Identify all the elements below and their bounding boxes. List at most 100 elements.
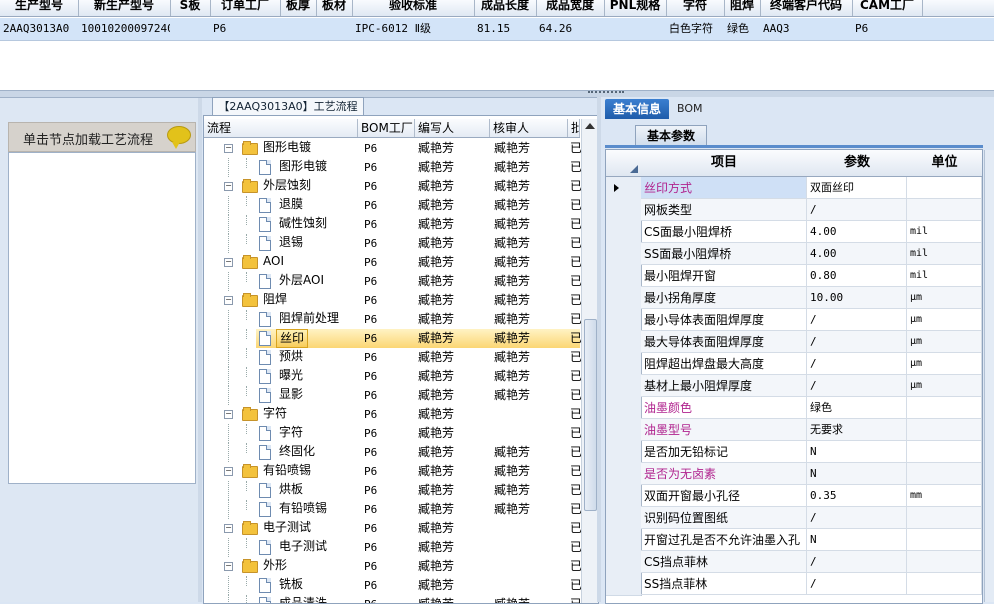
tree-node-label[interactable]: 阻焊前处理 — [276, 310, 342, 327]
product-cell[interactable]: 81.15 — [474, 18, 536, 40]
param-value[interactable]: 无要求 — [807, 419, 907, 441]
column-header[interactable]: 验收标准 — [352, 0, 475, 16]
column-header[interactable]: 成品长度 — [474, 0, 537, 16]
row-indicator[interactable] — [606, 243, 642, 266]
product-cell[interactable]: 白色字符 — [666, 18, 724, 40]
column-header[interactable]: 订单工厂 — [210, 0, 281, 16]
tree-row[interactable]: − 有铅喷锡 P6 臧艳芳 臧艳芳已 — [204, 462, 582, 481]
tree-row[interactable]: 丝印 P6 臧艳芳 臧艳芳已 — [204, 329, 582, 348]
column-header[interactable]: S板 — [170, 0, 211, 16]
param-row[interactable]: 油墨颜色 绿色 — [606, 397, 982, 420]
param-row[interactable]: CS面最小阻焊桥 4.00 mil — [606, 221, 982, 244]
tree-row[interactable]: − AOI P6 臧艳芳 臧艳芳已 — [204, 253, 582, 272]
tree-row[interactable]: 有铅喷锡 P6 臧艳芳 臧艳芳已 — [204, 500, 582, 519]
param-row[interactable]: 是否为无卤素 N — [606, 463, 982, 486]
tree-row[interactable]: 烘板 P6 臧艳芳 臧艳芳已 — [204, 481, 582, 500]
param-value[interactable]: / — [807, 551, 907, 573]
tree-row[interactable]: − 字符 P6 臧艳芳已 — [204, 405, 582, 424]
tree-row[interactable]: 字符 P6 臧艳芳已 — [204, 424, 582, 443]
column-header[interactable]: 成品宽度 — [536, 0, 605, 16]
column-header[interactable]: CAM工厂 — [852, 0, 923, 16]
product-cell[interactable]: AAQ3 — [760, 18, 852, 40]
tree-row[interactable]: 铣板 P6 臧艳芳已 — [204, 576, 582, 595]
param-value[interactable]: 双面丝印 — [807, 177, 907, 199]
tree-row[interactable]: − 图形电镀 P6 臧艳芳 臧艳芳已 — [204, 139, 582, 158]
row-indicator[interactable] — [606, 177, 642, 200]
param-row[interactable]: 网板类型 / — [606, 199, 982, 222]
tree-node-label[interactable]: 退膜 — [276, 196, 306, 213]
tree-row[interactable]: 显影 P6 臧艳芳 臧艳芳已 — [204, 386, 582, 405]
product-cell[interactable] — [604, 18, 666, 40]
tree-row[interactable]: 图形电镀 P6 臧艳芳 臧艳芳已 — [204, 158, 582, 177]
tree-row[interactable]: 预烘 P6 臧艳芳 臧艳芳已 — [204, 348, 582, 367]
product-cell[interactable] — [170, 18, 210, 40]
param-row[interactable]: 最大导体表面阻焊厚度 / μm — [606, 331, 982, 354]
param-row[interactable]: 是否加无铅标记 N — [606, 441, 982, 464]
tree-column-header[interactable]: 编写人 — [415, 119, 490, 137]
tree-column-header[interactable]: 流程 — [204, 119, 358, 137]
tree-column-header[interactable]: 批 — [568, 119, 580, 137]
column-header[interactable]: 生产型号 — [0, 0, 79, 16]
product-cell[interactable]: P6 — [852, 18, 922, 40]
tree-node-label[interactable]: 丝印 — [276, 329, 309, 348]
product-cell[interactable]: 绿色 — [724, 18, 760, 40]
param-value[interactable]: / — [807, 507, 907, 529]
param-value[interactable]: 0.80 — [807, 265, 907, 287]
product-cell[interactable]: 64.26 — [536, 18, 604, 40]
row-indicator[interactable] — [606, 463, 642, 486]
product-cell[interactable]: 10010200097240 — [78, 18, 170, 40]
tree-node-label[interactable]: 退锡 — [276, 234, 306, 251]
scroll-thumb[interactable] — [584, 319, 597, 511]
collapse-icon[interactable]: − — [224, 562, 233, 571]
param-row[interactable]: 基材上最小阻焊厚度 / μm — [606, 375, 982, 398]
tree-row[interactable]: 阻焊前处理 P6 臧艳芳 臧艳芳已 — [204, 310, 582, 329]
row-indicator[interactable] — [606, 375, 642, 398]
tree-node-label[interactable]: 曝光 — [276, 367, 306, 384]
column-header[interactable]: 板厚 — [280, 0, 317, 16]
row-indicator[interactable] — [606, 265, 642, 288]
tree-row[interactable]: 曝光 P6 臧艳芳 臧艳芳已 — [204, 367, 582, 386]
param-value[interactable]: / — [807, 331, 907, 353]
tree-row[interactable]: − 电子测试 P6 臧艳芳已 — [204, 519, 582, 538]
param-row[interactable]: 识别码位置图纸 / — [606, 507, 982, 530]
column-header[interactable]: 阻焊 — [724, 0, 761, 16]
tree-node-label[interactable]: 终固化 — [276, 443, 318, 460]
param-row[interactable]: 油墨型号 无要求 — [606, 419, 982, 442]
row-indicator[interactable] — [606, 529, 642, 552]
tree-row[interactable]: 成品清洗P6臧艳芳臧艳芳已 — [204, 595, 582, 603]
product-cell[interactable] — [280, 18, 316, 40]
param-value[interactable]: N — [807, 441, 907, 463]
row-indicator[interactable] — [606, 331, 642, 354]
column-header[interactable]: 新生产型号 — [78, 0, 171, 16]
param-value[interactable]: 4.00 — [807, 221, 907, 243]
tree-node-label[interactable]: 有铅喷锡 — [276, 500, 330, 517]
tree-node-label[interactable]: 图形电镀 — [260, 139, 314, 156]
param-row[interactable]: 最小导体表面阻焊厚度 / μm — [606, 309, 982, 332]
tab-basic-params[interactable]: 基本参数 — [635, 125, 707, 146]
scroll-up-icon[interactable] — [585, 123, 595, 129]
collapse-icon[interactable]: − — [224, 524, 233, 533]
product-cell[interactable] — [316, 18, 352, 40]
column-header[interactable]: 板材 — [316, 0, 353, 16]
tree-row[interactable]: 退膜 P6 臧艳芳 臧艳芳已 — [204, 196, 582, 215]
row-indicator[interactable] — [606, 551, 642, 574]
tree-node-label[interactable]: 铣板 — [276, 576, 306, 593]
param-header-item[interactable]: 项目 — [641, 150, 808, 177]
collapse-icon[interactable]: − — [224, 144, 233, 153]
row-indicator[interactable] — [606, 221, 642, 244]
tree-node-label[interactable]: 有铅喷锡 — [260, 462, 314, 479]
tree-node-label[interactable]: 阻焊 — [260, 291, 290, 308]
param-value[interactable]: 0.35 — [807, 485, 907, 507]
param-row[interactable]: 开窗过孔是否不允许油墨入孔 N — [606, 529, 982, 552]
param-value[interactable]: / — [807, 309, 907, 331]
param-row[interactable]: CS挡点菲林 / — [606, 551, 982, 574]
tree-node-label[interactable]: 字符 — [260, 405, 290, 422]
collapse-icon[interactable]: − — [224, 296, 233, 305]
column-header[interactable]: 终端客户代码 — [760, 0, 853, 16]
tree-row[interactable]: 退锡 P6 臧艳芳 臧艳芳已 — [204, 234, 582, 253]
collapse-icon[interactable]: − — [224, 410, 233, 419]
row-indicator[interactable] — [606, 573, 642, 596]
column-header[interactable]: 字符 — [666, 0, 725, 16]
tree-node-label[interactable]: 碱性蚀刻 — [276, 215, 330, 232]
product-cell[interactable]: 2AAQ3013A0 — [0, 18, 78, 40]
